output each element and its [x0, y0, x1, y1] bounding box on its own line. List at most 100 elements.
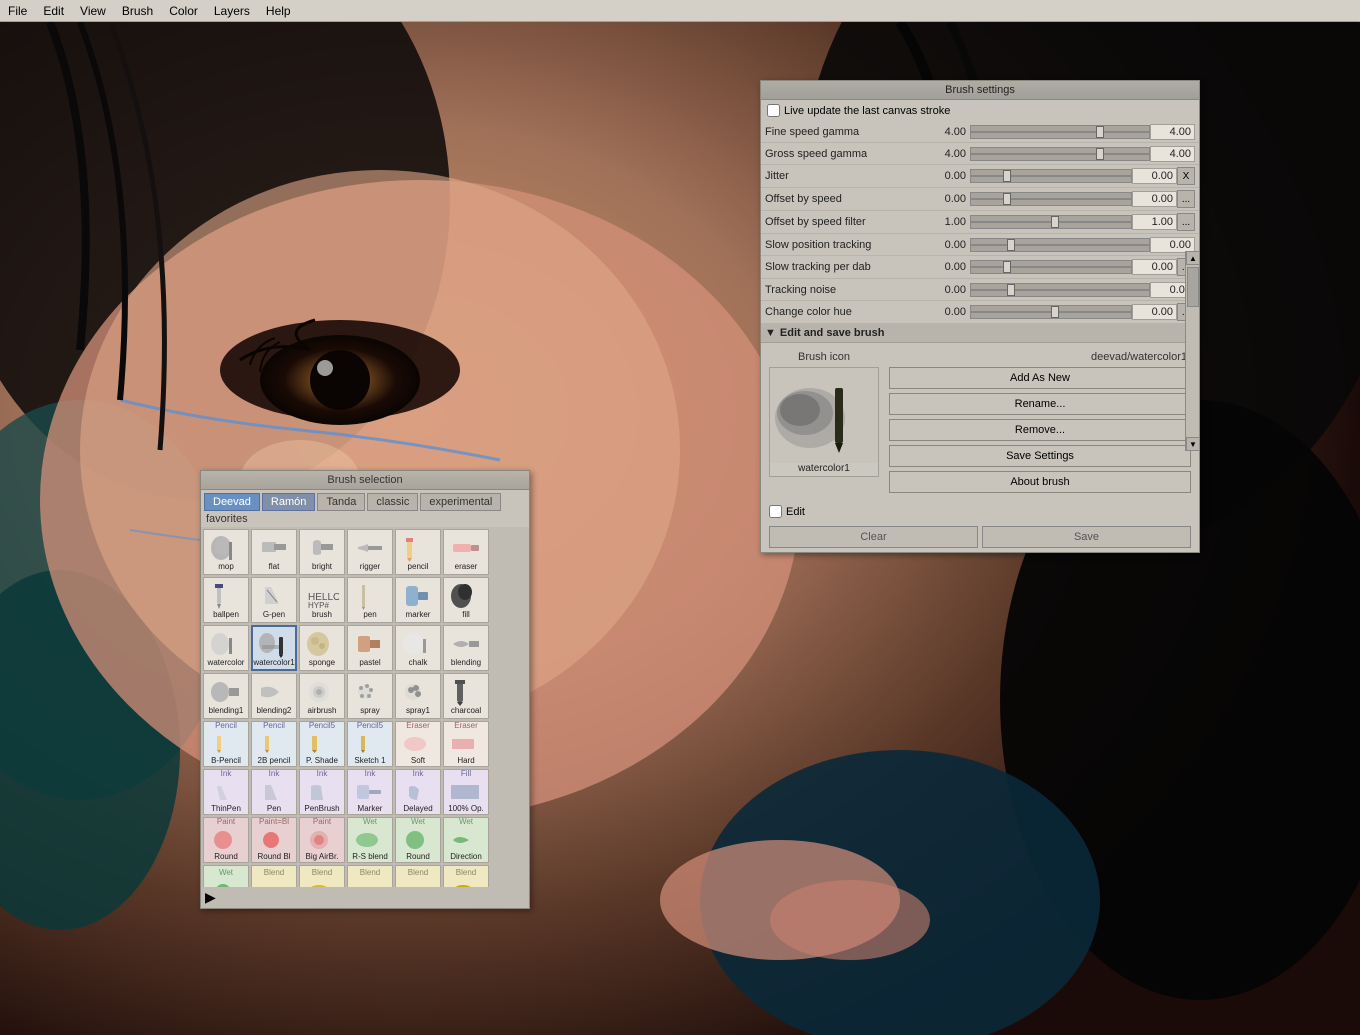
brush-watercolor[interactable]: watercolor [203, 625, 249, 671]
brush-chalk-icon [400, 629, 436, 659]
brush-marker-ink[interactable]: Ink Marker [347, 769, 393, 815]
remove-button[interactable]: Remove... [889, 419, 1191, 441]
brush-round-paint[interactable]: Paint Round [203, 817, 249, 863]
row-tracking-noise: Tracking noise 0.00 0.00 [761, 279, 1199, 301]
brush-pen-ink[interactable]: Ink Pen [251, 769, 297, 815]
scroll-up-arrow[interactable]: ▲ [1186, 251, 1200, 265]
brush-airbrush[interactable]: airbrush [299, 673, 345, 719]
brush-direction[interactable]: Wet Direction [443, 817, 489, 863]
brush-delayed[interactable]: Ink Delayed [395, 769, 441, 815]
brush-2b-pencil[interactable]: Pencil 2B pencil [251, 721, 297, 767]
brush-pastel[interactable]: pastel [347, 625, 393, 671]
brush-rigger[interactable]: rigger [347, 529, 393, 575]
brush-b-pencil[interactable]: Pencil B-Pencil [203, 721, 249, 767]
about-brush-button[interactable]: About brush [889, 471, 1191, 493]
brush-spray1[interactable]: spray1 [395, 673, 441, 719]
tab-tanda[interactable]: Tanda [317, 493, 365, 511]
brush-scroll-right-arrow[interactable]: ▶ [205, 889, 216, 906]
value-color-hue: 0.00 [925, 306, 970, 318]
menu-view[interactable]: View [72, 2, 114, 20]
slider-offset-speed[interactable] [970, 192, 1132, 206]
slider-color-hue[interactable] [970, 305, 1132, 319]
live-update-checkbox[interactable] [767, 104, 780, 117]
brush-blending1[interactable]: blending1 [203, 673, 249, 719]
brush-blend4[interactable]: Blend [395, 865, 441, 887]
brush-big-airbr[interactable]: Paint Big AirBr. [299, 817, 345, 863]
brush-eraser[interactable]: eraser [443, 529, 489, 575]
clear-button[interactable]: Clear [769, 526, 978, 548]
slider-tracking-noise[interactable] [970, 283, 1150, 297]
brush-sponge[interactable]: sponge [299, 625, 345, 671]
collapse-arrow-icon[interactable]: ▼ [765, 327, 776, 339]
brush-ballpen[interactable]: ballpen [203, 577, 249, 623]
menu-color[interactable]: Color [161, 2, 206, 20]
value2-jitter[interactable]: 0.00 [1132, 168, 1177, 184]
scroll-down-arrow[interactable]: ▼ [1186, 437, 1200, 451]
brush-flat[interactable]: flat [251, 529, 297, 575]
btn-offset-speed-filter[interactable]: ... [1177, 213, 1195, 231]
brush-100op[interactable]: Fill 100% Op. [443, 769, 489, 815]
tab-classic[interactable]: classic [367, 493, 418, 511]
slider-slow-position[interactable] [970, 238, 1150, 252]
brush-mop[interactable]: mop [203, 529, 249, 575]
brush-eraser-soft[interactable]: Eraser Soft [395, 721, 441, 767]
save-button[interactable]: Save [982, 526, 1191, 548]
value2-color-hue[interactable]: 0.00 [1132, 304, 1177, 320]
value2-fine-speed[interactable]: 4.00 [1150, 124, 1195, 140]
rename-button[interactable]: Rename... [889, 393, 1191, 415]
menu-brush[interactable]: Brush [114, 2, 161, 20]
brush-gpen[interactable]: G-pen [251, 577, 297, 623]
brush-blending2[interactable]: blending2 [251, 673, 297, 719]
slider-fine-speed[interactable] [970, 125, 1150, 139]
btn-offset-speed[interactable]: ... [1177, 190, 1195, 208]
brush-chalk[interactable]: chalk [395, 625, 441, 671]
brush-brush[interactable]: HELLO HYP# brush [299, 577, 345, 623]
brush-wet1[interactable]: Wet [203, 865, 249, 887]
save-settings-button[interactable]: Save Settings [889, 445, 1191, 467]
brush-fill[interactable]: fill [443, 577, 489, 623]
brush-thinpen[interactable]: Ink ThinPen [203, 769, 249, 815]
scroll-thumb-vertical[interactable] [1187, 267, 1199, 307]
brush-marker[interactable]: marker [395, 577, 441, 623]
brush-blend2[interactable]: Blend [299, 865, 345, 887]
brush-sketch1[interactable]: Pencil5 Sketch 1 [347, 721, 393, 767]
btn-jitter-x[interactable]: X [1177, 167, 1195, 185]
brush-watercolor1[interactable]: watercolor1 [251, 625, 297, 671]
brush-spray[interactable]: spray [347, 673, 393, 719]
brush-rs-blend[interactable]: Wet R-S blend [347, 817, 393, 863]
brush-blend3[interactable]: Blend [347, 865, 393, 887]
brush-eraser-hard[interactable]: Eraser Hard [443, 721, 489, 767]
brush-charcoal[interactable]: charcoal [443, 673, 489, 719]
edit-checkbox[interactable] [769, 505, 782, 518]
slider-offset-speed-filter[interactable] [970, 215, 1132, 229]
value2-slow-tracking[interactable]: 0.00 [1132, 259, 1177, 275]
value2-offset-speed-filter[interactable]: 1.00 [1132, 214, 1177, 230]
tab-deevad[interactable]: Deevad [204, 493, 260, 511]
tab-ramon[interactable]: Ramón [262, 493, 315, 511]
settings-scrollbar[interactable]: ▲ ▼ [1185, 251, 1199, 451]
slider-gross-speed[interactable] [970, 147, 1150, 161]
brush-pen[interactable]: pen [347, 577, 393, 623]
brush-round-bl[interactable]: Paint=Bl Round Bl [251, 817, 297, 863]
menu-help[interactable]: Help [258, 2, 299, 20]
brush-charcoal-label: charcoal [451, 707, 481, 716]
brush-round-wet[interactable]: Wet Round [395, 817, 441, 863]
tab-experimental[interactable]: experimental [420, 493, 501, 511]
brush-p-shade[interactable]: Pencil5 P. Shade [299, 721, 345, 767]
slider-slow-tracking[interactable] [970, 260, 1132, 274]
value2-offset-speed[interactable]: 0.00 [1132, 191, 1177, 207]
value2-gross-speed[interactable]: 4.00 [1150, 146, 1195, 162]
brush-blend5[interactable]: Blend [443, 865, 489, 887]
brush-penbrush[interactable]: Ink PenBrush [299, 769, 345, 815]
brush-blend1[interactable]: Blend [251, 865, 297, 887]
menu-layers[interactable]: Layers [206, 2, 258, 20]
add-as-new-button[interactable]: Add As New [889, 367, 1191, 389]
brush-marker-ink-icon [352, 779, 388, 805]
menu-file[interactable]: File [0, 2, 35, 20]
brush-bright[interactable]: bright [299, 529, 345, 575]
menu-edit[interactable]: Edit [35, 2, 72, 20]
slider-jitter[interactable] [970, 169, 1132, 183]
brush-blending[interactable]: blending [443, 625, 489, 671]
brush-grid[interactable]: mop flat bright [201, 527, 529, 887]
brush-pencil-basic[interactable]: pencil [395, 529, 441, 575]
